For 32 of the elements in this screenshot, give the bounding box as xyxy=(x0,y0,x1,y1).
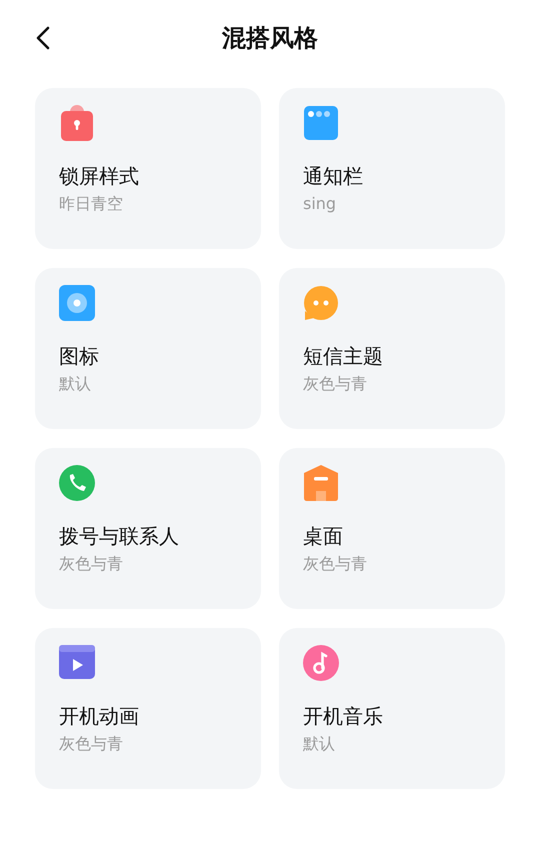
card-subtitle: 灰色与青 xyxy=(303,374,368,395)
house-icon xyxy=(303,465,339,501)
style-card[interactable]: 锁屏样式 昨日青空 xyxy=(35,88,261,249)
card-subtitle: 灰色与青 xyxy=(59,554,124,575)
card-subtitle: 灰色与青 xyxy=(59,734,124,755)
lock-icon xyxy=(59,105,95,141)
card-title: 锁屏样式 xyxy=(59,163,140,190)
card-subtitle: sing xyxy=(303,194,338,213)
style-card[interactable]: 开机音乐 默认 xyxy=(279,628,505,789)
style-card[interactable]: 通知栏 sing xyxy=(279,88,505,249)
card-subtitle: 灰色与青 xyxy=(303,554,368,575)
style-card[interactable]: 开机动画 灰色与青 xyxy=(35,628,261,789)
window-icon xyxy=(303,105,339,141)
card-title: 开机动画 xyxy=(59,703,140,730)
card-title: 桌面 xyxy=(303,523,344,550)
card-title: 拨号与联系人 xyxy=(59,523,180,550)
card-title: 通知栏 xyxy=(303,163,364,190)
phone-icon xyxy=(59,465,95,501)
card-subtitle: 默认 xyxy=(59,374,92,395)
card-title: 开机音乐 xyxy=(303,703,384,730)
card-title: 短信主题 xyxy=(303,343,384,370)
card-title: 图标 xyxy=(59,343,100,370)
style-card[interactable]: 图标 默认 xyxy=(35,268,261,429)
style-card[interactable]: 短信主题 灰色与青 xyxy=(279,268,505,429)
video-icon xyxy=(59,645,95,681)
card-subtitle: 默认 xyxy=(303,734,336,755)
page-title: 混搭风格 xyxy=(222,23,318,54)
chat-bubble-icon xyxy=(303,285,339,321)
style-card[interactable]: 桌面 灰色与青 xyxy=(279,448,505,609)
music-note-icon xyxy=(303,645,339,681)
style-card[interactable]: 拨号与联系人 灰色与青 xyxy=(35,448,261,609)
card-subtitle: 昨日青空 xyxy=(59,194,124,215)
